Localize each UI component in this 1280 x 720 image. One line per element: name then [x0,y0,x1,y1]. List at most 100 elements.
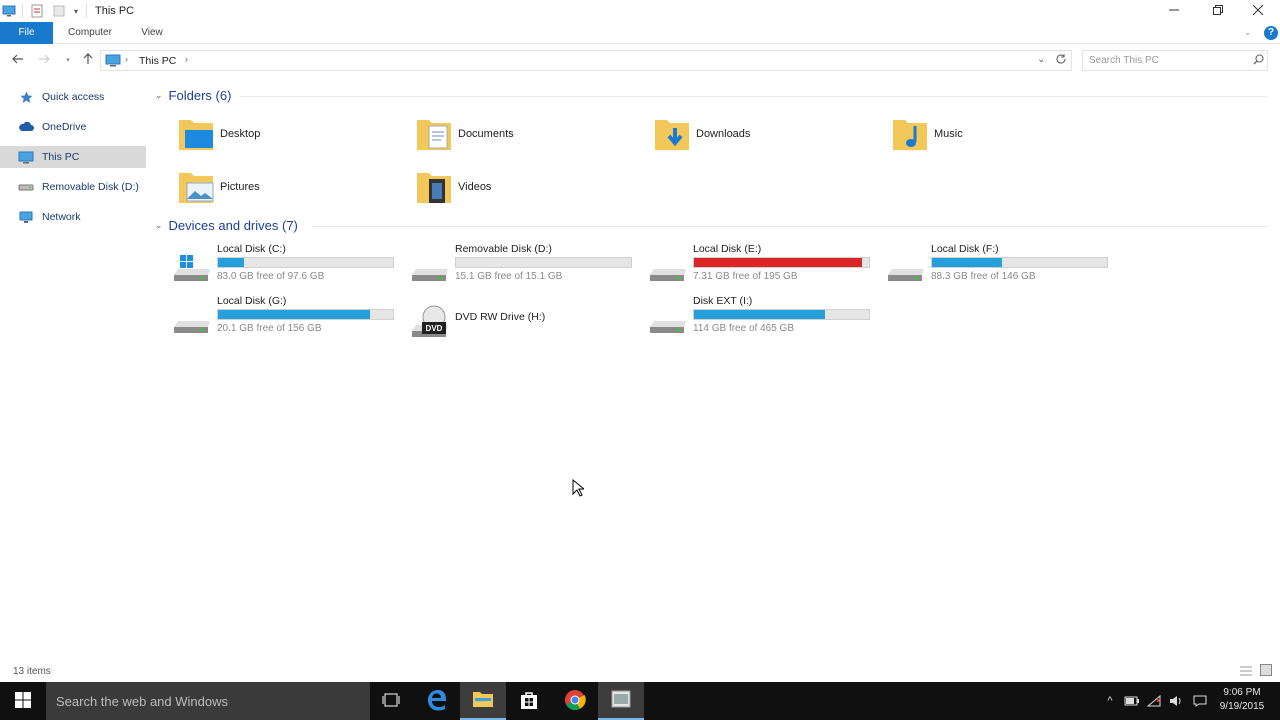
hard-drive-icon [646,305,690,335]
network-icon [16,211,36,224]
store-icon [519,690,539,713]
folder-desktop[interactable]: Desktop [160,110,390,158]
taskbar-search-box[interactable]: Search the web and Windows [46,682,370,720]
tab-view[interactable]: View [130,22,174,44]
folders-section-header[interactable]: ⌄ Folders (6) [155,88,231,103]
taskbar-edge[interactable] [414,682,460,720]
minimize-button[interactable] [1152,0,1196,22]
removable-disk-icon [16,182,36,192]
volume-icon[interactable] [1166,692,1186,710]
sidebar-item-removable-disk[interactable]: Removable Disk (D:) [16,176,146,198]
folder-pictures[interactable]: Pictures [160,163,390,211]
this-pc-icon [16,151,36,164]
folder-music[interactable]: Music [874,110,1104,158]
back-arrow-icon [12,53,24,67]
taskbar-file-explorer[interactable] [460,682,506,720]
system-clock[interactable]: 9:06 PM 9/19/2015 [1212,686,1272,714]
sidebar-item-onedrive[interactable]: OneDrive [16,116,146,138]
start-button[interactable] [0,682,46,720]
minimize-icon [1169,4,1179,18]
taskbar-chrome[interactable] [552,682,598,720]
chrome-icon [564,689,586,714]
removable-drive-icon [408,253,452,283]
customize-quick-access-icon[interactable]: ▾ [70,3,82,19]
sidebar-item-label: Removable Disk (D:) [42,181,139,193]
expand-ribbon-icon[interactable]: ⌄ [1244,27,1252,38]
tab-computer[interactable]: Computer [60,22,120,44]
battery-icon[interactable] [1122,692,1142,710]
folder-downloads[interactable]: Downloads [636,110,866,158]
drive-usage-bar [455,257,632,268]
folder-videos[interactable]: Videos [398,163,628,211]
folder-label: Documents [458,128,514,140]
sidebar-item-label: OneDrive [42,121,87,133]
drive-free-space: 114 GB free of 465 GB [693,323,794,334]
drive-name: Local Disk (C:) [217,243,286,255]
drive-f[interactable]: Local Disk (F:) 88.3 GB free of 146 GB [874,243,1112,293]
drives-section-header[interactable]: ⌄ Devices and drives (7) [155,218,298,233]
sidebar-item-network[interactable]: Network [16,206,146,228]
show-hidden-icons-icon[interactable]: ^ [1100,692,1120,710]
help-icon[interactable]: ? [1264,26,1278,40]
taskbar-search-input[interactable]: Search the web and Windows [56,694,228,709]
collapse-chevron-icon[interactable]: ⌄ [155,220,163,231]
network-status-icon[interactable] [1144,692,1164,710]
quick-access-star-icon [16,91,36,104]
search-box[interactable]: Search This PC [1082,50,1268,71]
tab-file[interactable]: File [0,22,53,44]
task-view-icon [382,693,400,710]
drive-usage-bar [693,309,870,320]
folder-documents[interactable]: Documents [398,110,628,158]
up-button[interactable] [80,52,96,68]
drive-name: Local Disk (G:) [217,295,287,307]
breadcrumb-this-pc[interactable]: This PC [139,55,176,67]
music-folder-icon [888,112,932,156]
folder-label: Videos [458,181,492,193]
close-icon [1252,4,1264,18]
drive-e[interactable]: Local Disk (E:) 7.31 GB free of 195 GB [636,243,874,293]
drive-free-space: 20.1 GB free of 156 GB [217,323,322,334]
sidebar-item-quick-access[interactable]: Quick access [16,86,146,108]
recent-locations-icon[interactable]: ▾ [60,52,76,68]
action-center-icon[interactable] [1190,692,1210,710]
search-input[interactable]: Search This PC [1089,55,1159,66]
sidebar-item-label: Network [42,211,81,223]
drive-usage-fill [218,310,371,319]
back-button[interactable] [10,52,26,68]
drives-header-label: Devices and drives (7) [168,218,298,233]
taskbar-store[interactable] [506,682,552,720]
drive-name: Local Disk (E:) [693,243,762,255]
refresh-icon[interactable] [1055,53,1067,68]
new-folder-icon[interactable] [52,3,66,19]
onedrive-cloud-icon [16,122,36,132]
folder-label: Desktop [220,128,261,140]
clock-time: 9:06 PM [1223,687,1261,698]
downloads-folder-icon [650,112,694,156]
drive-usage-fill [932,258,1002,267]
details-view-icon[interactable] [1240,666,1252,679]
this-pc-icon [105,54,121,70]
drive-c[interactable]: Local Disk (C:) 83.0 GB free of 97.6 GB [160,243,398,293]
task-view-button[interactable] [368,682,414,720]
drive-h[interactable]: DVD DVD RW Drive (H:) [398,295,636,345]
documents-folder-icon [412,112,456,156]
large-icons-view-icon[interactable] [1260,664,1272,679]
breadcrumb-chevron-icon[interactable]: › [185,54,188,64]
address-bar[interactable]: › This PC › ⌄ [100,50,1072,71]
forward-button[interactable] [36,52,52,68]
desktop-folder-icon [174,112,218,156]
close-button[interactable] [1236,0,1280,22]
drive-g[interactable]: Local Disk (G:) 20.1 GB free of 156 GB [160,295,398,345]
drive-usage-bar [931,257,1108,268]
search-icon[interactable] [1253,54,1264,68]
address-dropdown-icon[interactable]: ⌄ [1037,54,1045,65]
drive-i[interactable]: Disk EXT (I:) 114 GB free of 465 GB [636,295,874,345]
properties-icon[interactable] [30,3,44,19]
drive-d[interactable]: Removable Disk (D:) 15.1 GB free of 15.1… [398,243,636,293]
collapse-chevron-icon[interactable]: ⌄ [155,90,163,101]
sidebar-item-this-pc[interactable]: This PC [0,146,146,168]
drive-name: Removable Disk (D:) [455,243,552,255]
restore-button[interactable] [1196,0,1240,22]
videos-folder-icon [412,165,456,209]
taskbar-app[interactable] [598,682,644,720]
